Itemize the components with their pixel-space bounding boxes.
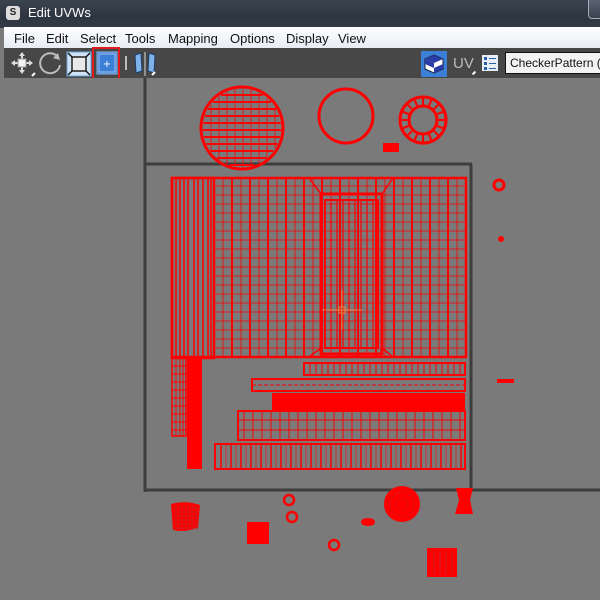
uv-islands (170, 85, 514, 577)
uv-edge (401, 124, 411, 130)
uv-edge (413, 132, 419, 142)
texture-dropdown[interactable]: CheckerPattern ( C (505, 52, 600, 74)
uv-island-lens (361, 518, 375, 526)
uv-edge (427, 132, 433, 142)
uv-island-strip-5 (214, 443, 466, 470)
uv-edge (432, 103, 440, 111)
uv-island-small-ring-right (492, 178, 506, 192)
scale-icon[interactable] (66, 51, 92, 77)
show-map-button[interactable] (421, 51, 447, 77)
uv-island-square (247, 522, 269, 544)
menu-tools[interactable]: Tools (125, 31, 155, 46)
uv-island-disc-large (199, 85, 285, 171)
menu-edit[interactable]: Edit (46, 31, 68, 46)
uv-island-ring-c (327, 538, 341, 552)
rotate-icon[interactable] (38, 51, 64, 77)
uv-edge (432, 129, 440, 137)
uv-island-grille (427, 548, 457, 577)
checker-map-icon (424, 54, 444, 74)
uv-island-dot (498, 236, 504, 242)
uv-edge (401, 110, 411, 116)
menu-select[interactable]: Select (80, 31, 116, 46)
uv-island-strip-4 (237, 410, 466, 441)
uv-island-small-rect (383, 143, 399, 152)
uv-island-left-column (171, 357, 202, 469)
title-bar: S Edit UVWs (0, 0, 600, 28)
list-options-icon[interactable] (482, 55, 498, 71)
window-title: Edit UVWs (28, 5, 91, 20)
menu-mapping[interactable]: Mapping (168, 31, 218, 46)
uv-island-strip-3 (272, 393, 465, 410)
uv-edge (427, 98, 433, 108)
uv-island-strip-1 (303, 362, 466, 376)
menu-view[interactable]: View (338, 31, 366, 46)
uv-edge (413, 98, 419, 108)
menu-bar: File Edit Select Tools Mapping Options D… (4, 27, 600, 49)
mirror-icon[interactable] (133, 51, 157, 77)
menu-options[interactable]: Options (230, 31, 275, 46)
app-icon[interactable]: S (6, 6, 20, 20)
uv-island-ring-a (282, 493, 296, 507)
menu-display[interactable]: Display (286, 31, 329, 46)
uv-island-strip-2 (251, 378, 466, 392)
uv-space-label[interactable]: UV (453, 55, 474, 72)
move-icon[interactable] (10, 51, 36, 77)
uv-island-ring (317, 87, 375, 145)
uv-viewport[interactable] (0, 78, 600, 600)
uv-island-barrel (171, 502, 200, 531)
toolbar-separator (125, 56, 127, 70)
transform-gizmo (322, 290, 362, 330)
uv-island-dome (384, 486, 420, 522)
uv-island-bar (497, 379, 514, 383)
uv-edge (435, 124, 445, 130)
menu-file[interactable]: File (14, 31, 35, 46)
svg-text:+: + (103, 59, 111, 70)
uv-edge (406, 129, 414, 137)
uv-edge (435, 110, 445, 116)
freeform-icon[interactable]: + (96, 51, 118, 75)
uv-island-torus (398, 95, 448, 145)
minimize-button[interactable] (588, 0, 600, 19)
uv-island-ring-b (285, 510, 299, 524)
uv-island-main-block (170, 176, 468, 360)
uv-island-hourglass (455, 488, 473, 514)
uv-edge (406, 103, 414, 111)
